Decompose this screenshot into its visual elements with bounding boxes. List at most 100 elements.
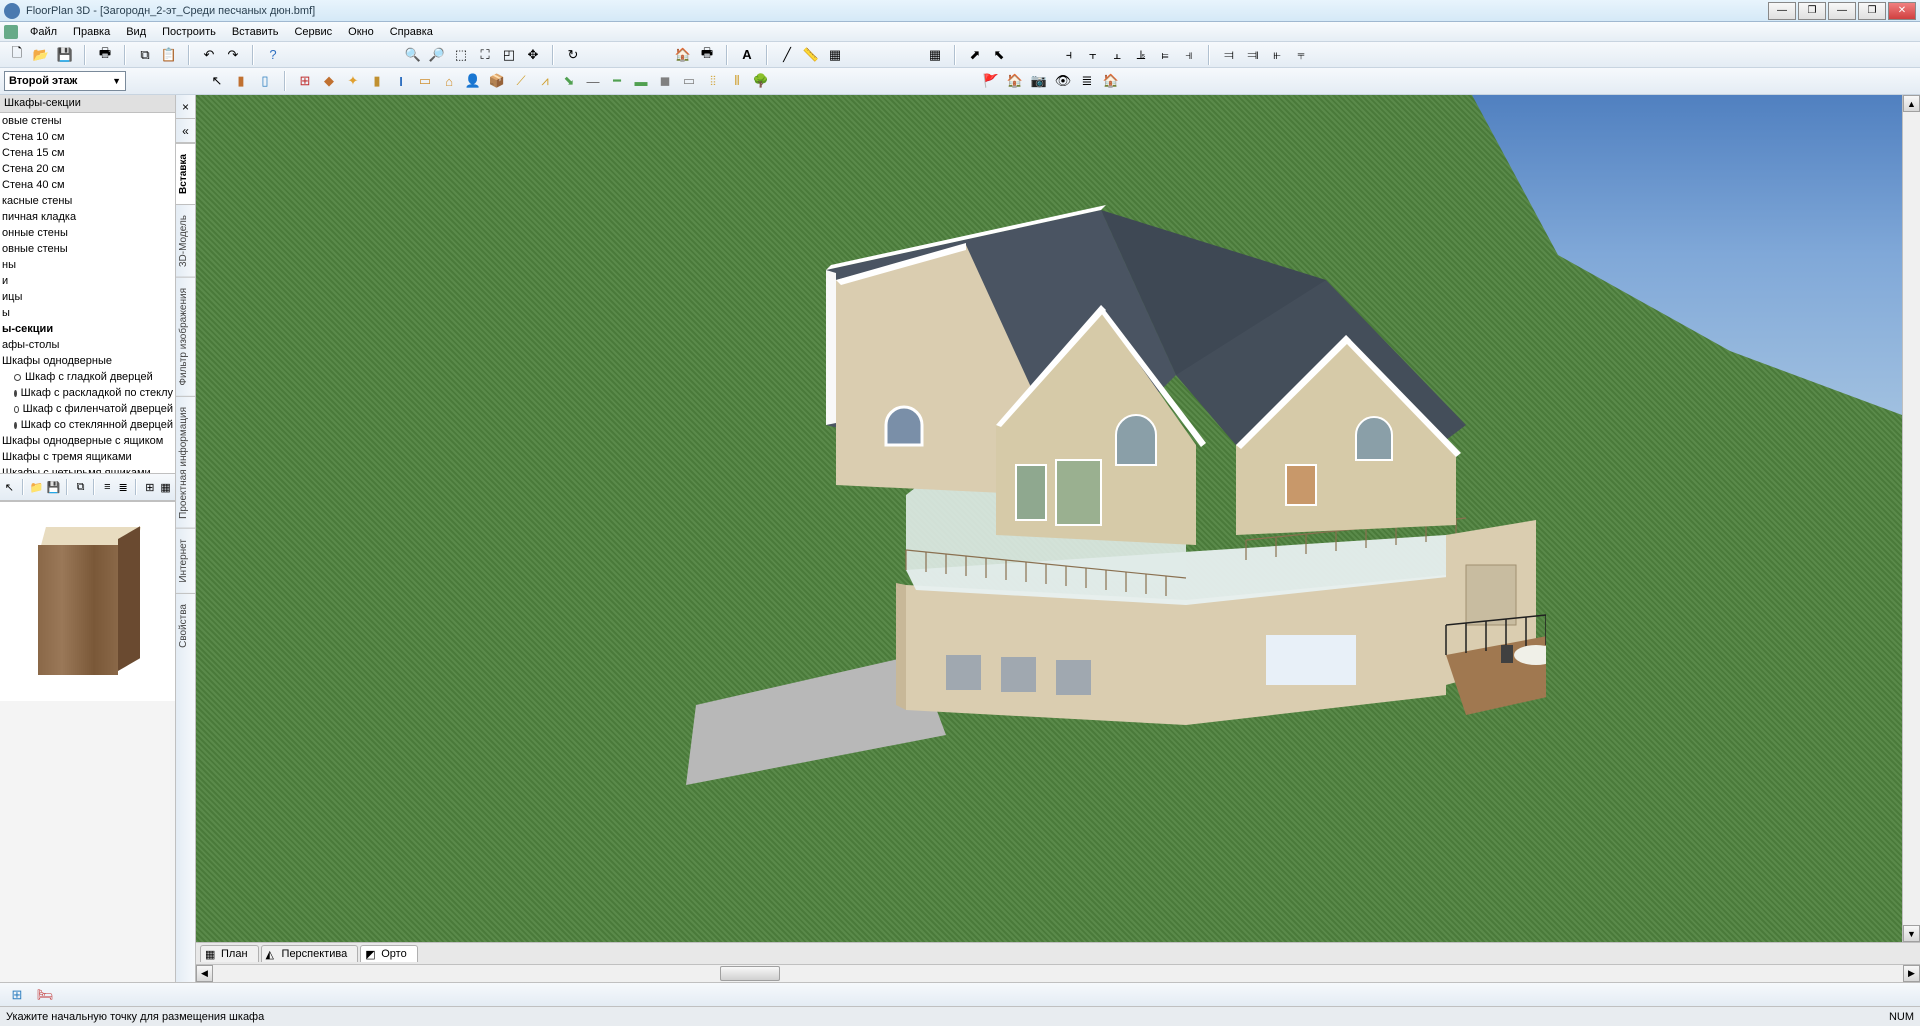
slab-tool-icon[interactable]: ━ <box>606 70 628 92</box>
cube-tool-icon[interactable]: ◼ <box>654 70 676 92</box>
ruler-icon[interactable]: 📏 <box>800 44 822 66</box>
restore-button[interactable]: ❐ <box>1798 2 1826 20</box>
side-tab-properties[interactable]: Свойства <box>176 593 195 658</box>
wall-tool-icon[interactable]: ▮ <box>230 70 252 92</box>
lt-list2-icon[interactable]: ≣ <box>116 477 131 497</box>
hscroll-thumb[interactable] <box>720 966 780 981</box>
column-tool-icon[interactable]: ▮ <box>366 70 388 92</box>
space-v-icon[interactable]: ⫧ <box>1290 44 1312 66</box>
save-file-icon[interactable]: 💾 <box>54 44 76 66</box>
layers-icon[interactable]: ≣ <box>1076 70 1098 92</box>
vertical-scrollbar[interactable]: ▲ ▼ <box>1902 95 1920 942</box>
horizontal-scrollbar[interactable]: ◀ ▶ <box>196 964 1920 982</box>
tree-item[interactable]: касные стены <box>0 193 175 209</box>
side-tab-filter[interactable]: Фильтр изображения <box>176 277 195 396</box>
lt-save-icon[interactable]: 💾 <box>45 477 61 497</box>
flag-icon[interactable]: 🚩 <box>980 70 1002 92</box>
zoom-out-icon[interactable]: 🔎 <box>426 44 448 66</box>
tree-item[interactable]: Шкафы с четырьмя ящиками <box>0 465 175 473</box>
tree-item[interactable]: Стена 40 см <box>0 177 175 193</box>
side-tab-insert[interactable]: Вставка <box>176 143 195 204</box>
side-tab-collapse-icon[interactable]: « <box>176 119 195 143</box>
line-icon[interactable]: ╱ <box>776 44 798 66</box>
tree-item[interactable]: Шкаф с раскладкой по стеклу <box>0 385 175 401</box>
rail-tool-icon[interactable]: ⩘ <box>534 70 556 92</box>
minimize-button[interactable]: — <box>1768 2 1796 20</box>
new-file-icon[interactable]: 🗋 <box>6 44 28 66</box>
paste-icon[interactable]: 📋 <box>158 44 180 66</box>
view-tab-perspective[interactable]: ◭ Перспектива <box>261 945 359 962</box>
select-tool-icon[interactable]: ↖ <box>206 70 228 92</box>
side-tab-projectinfo[interactable]: Проектная информация <box>176 396 195 529</box>
tree-tool-icon[interactable]: 🌳 <box>750 70 772 92</box>
box-tool-icon[interactable]: 📦 <box>486 70 508 92</box>
lt-tile-icon[interactable]: ▦ <box>158 477 173 497</box>
home-icon[interactable]: 🏠 <box>1004 70 1026 92</box>
tree-item[interactable]: Стена 15 см <box>0 145 175 161</box>
plane-tool-icon[interactable]: ▭ <box>678 70 700 92</box>
distribute-h-icon[interactable]: ⫤ <box>1218 44 1240 66</box>
tree-item[interactable]: Шкафы с тремя ящиками <box>0 449 175 465</box>
tree-item[interactable]: овые стены <box>0 113 175 129</box>
align-middle-icon[interactable]: ⫢ <box>1154 44 1176 66</box>
3d-viewport[interactable] <box>196 95 1902 942</box>
tree-item[interactable]: ы-секции <box>0 321 175 337</box>
menu-view[interactable]: Вид <box>120 24 152 40</box>
scroll-up-icon[interactable]: ▲ <box>1903 95 1920 112</box>
side-tab-internet[interactable]: Интернет <box>176 528 195 593</box>
bottom-bed-icon[interactable]: 🛏 <box>34 984 56 1006</box>
menu-help[interactable]: Справка <box>384 24 439 40</box>
undo-icon[interactable]: ↶ <box>198 44 220 66</box>
lt-copy-icon[interactable]: ⧉ <box>73 477 88 497</box>
tree-item[interactable]: Стена 10 см <box>0 129 175 145</box>
side-tab-3dmodel[interactable]: 3D-Модель <box>176 204 195 277</box>
snap-icon[interactable]: ⬈ <box>964 44 986 66</box>
beam-tool-icon[interactable]: I <box>390 70 412 92</box>
distribute-v-icon[interactable]: ⫥ <box>1242 44 1264 66</box>
roof-tool-icon[interactable]: ⌂ <box>438 70 460 92</box>
person-tool-icon[interactable]: 👤 <box>462 70 484 92</box>
space-h-icon[interactable]: ⫦ <box>1266 44 1288 66</box>
fence2-tool-icon[interactable]: ⦀ <box>726 70 748 92</box>
tree-item[interactable]: и <box>0 273 175 289</box>
zoom-in-icon[interactable]: 🔍 <box>402 44 424 66</box>
snap2-icon[interactable]: ⬉ <box>988 44 1010 66</box>
lt-select-icon[interactable]: ↖ <box>2 477 17 497</box>
tree-item[interactable]: Шкаф со стеклянной дверцей <box>0 417 175 433</box>
zoom-extents-icon[interactable]: ◰ <box>498 44 520 66</box>
print-icon[interactable]: 🖶 <box>94 44 116 66</box>
terrain-tool-icon[interactable]: ⬊ <box>558 70 580 92</box>
child-restore-button[interactable]: ❐ <box>1858 2 1886 20</box>
tree-item[interactable]: овные стены <box>0 241 175 257</box>
close-button[interactable]: ✕ <box>1888 2 1916 20</box>
side-tab-close-icon[interactable]: × <box>176 95 195 119</box>
area-icon[interactable]: ▦ <box>824 44 846 66</box>
copy-icon[interactable]: ⧉ <box>134 44 156 66</box>
tree-item[interactable]: ы <box>0 305 175 321</box>
path-tool-icon[interactable]: — <box>582 70 604 92</box>
tree-item[interactable]: Шкаф с гладкой дверцей <box>0 369 175 385</box>
text-icon[interactable]: A <box>736 44 758 66</box>
tree-item[interactable]: Шкафы однодверные с ящиком <box>0 433 175 449</box>
tree-item[interactable]: онные стены <box>0 225 175 241</box>
align-left-icon[interactable]: ⫞ <box>1058 44 1080 66</box>
tree-item[interactable]: Стена 20 см <box>0 161 175 177</box>
render-icon[interactable]: 🏠 <box>672 44 694 66</box>
align-top-icon[interactable]: ⫡ <box>1130 44 1152 66</box>
area2-tool-icon[interactable]: ▬ <box>630 70 652 92</box>
align-right-icon[interactable]: ⫠ <box>1106 44 1128 66</box>
tree-item[interactable]: ны <box>0 257 175 273</box>
pan-icon[interactable]: ✥ <box>522 44 544 66</box>
tree-item[interactable]: Шкафы однодверные <box>0 353 175 369</box>
align-bottom-icon[interactable]: ⫣ <box>1178 44 1200 66</box>
camera-icon[interactable]: 📷 <box>1028 70 1050 92</box>
tree-item[interactable]: ицы <box>0 289 175 305</box>
menu-insert[interactable]: Вставить <box>226 24 285 40</box>
view-tab-plan[interactable]: ▦ План <box>200 945 259 962</box>
opening-tool-icon[interactable]: ▭ <box>414 70 436 92</box>
help-icon[interactable]: ? <box>262 44 284 66</box>
refresh-icon[interactable]: ↻ <box>562 44 584 66</box>
tree-item[interactable]: Шкаф с филенчатой дверцей <box>0 401 175 417</box>
lt-grid-icon[interactable]: ⊞ <box>142 477 157 497</box>
grid-icon[interactable]: ▦ <box>924 44 946 66</box>
